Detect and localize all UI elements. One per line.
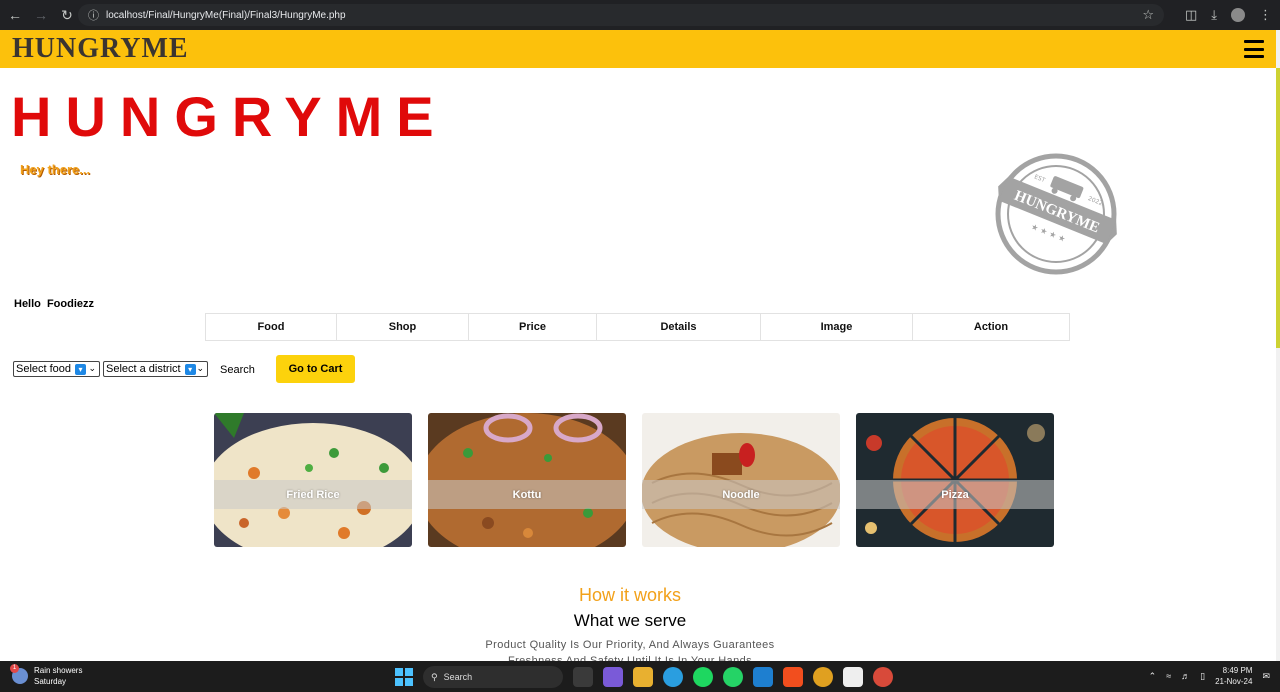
windows-start-icon[interactable]: [395, 668, 413, 686]
reload-icon[interactable]: ↻: [56, 4, 78, 26]
spotify-icon[interactable]: [693, 667, 713, 687]
food-table-header: Food Shop Price Details Image Action: [205, 313, 1070, 341]
chevron-up-icon[interactable]: ⌃: [1149, 671, 1157, 682]
figma-icon[interactable]: [783, 667, 803, 687]
chrome-active-icon[interactable]: [873, 667, 893, 687]
site-header: HUNGRYME: [0, 30, 1276, 68]
col-shop: Shop: [337, 314, 469, 340]
rain-cloud-icon: 1: [10, 664, 28, 684]
chevron-down-icon: ⌄: [196, 363, 204, 373]
search-button[interactable]: Search: [220, 364, 255, 376]
battery-icon[interactable]: ▯: [1200, 671, 1205, 682]
file-explorer-icon[interactable]: [633, 667, 653, 687]
volume-icon[interactable]: ♬: [1181, 671, 1190, 681]
app-icon[interactable]: [843, 667, 863, 687]
extensions-icon[interactable]: ◫: [1185, 7, 1197, 23]
notification-badge: 1: [10, 664, 19, 673]
clock-time: 8:49 PM: [1222, 666, 1253, 675]
download-icon[interactable]: ⤓: [1211, 7, 1217, 23]
card-label: Kottu: [512, 488, 542, 501]
select-food-dropdown[interactable]: Select food ▾ ⌄: [13, 361, 100, 377]
weather-title: Rain showers: [34, 666, 83, 675]
menu-kebab-icon[interactable]: ⋮: [1259, 7, 1272, 23]
scrollbar-thumb[interactable]: [1276, 68, 1280, 348]
browser-toolbar: ← → ↻ ⓘ localhost/Final/HungryMe(Final)/…: [0, 0, 1280, 30]
site-info-icon[interactable]: ⓘ: [88, 7, 104, 23]
clock[interactable]: 8:49 PM 21-Nov-24: [1215, 665, 1252, 687]
col-action: Action: [973, 321, 1009, 333]
col-food: Food: [206, 314, 337, 340]
hero-title: HUNGRYME: [11, 85, 448, 148]
serve-description-line1: Product Quality Is Our Priority, And Alw…: [485, 639, 775, 651]
task-view-icon[interactable]: [573, 667, 593, 687]
taskbar-search-label: Search: [443, 672, 473, 682]
profile-avatar[interactable]: [1231, 8, 1245, 22]
food-card-noodle[interactable]: Noodle: [642, 413, 840, 547]
svg-text:EST: EST: [1033, 173, 1046, 184]
select-district-dropdown[interactable]: Select a district ▾ ⌄: [103, 361, 208, 377]
col-price: Price: [469, 314, 597, 340]
brand-logo[interactable]: HUNGRYME: [12, 33, 189, 65]
food-card-kottu[interactable]: Kottu: [428, 413, 626, 547]
copilot-icon[interactable]: [603, 667, 623, 687]
taskbar-search[interactable]: ⚲ Search: [423, 666, 563, 688]
hamburger-menu-icon[interactable]: [1244, 40, 1264, 58]
bookmark-star-icon[interactable]: ☆: [1142, 7, 1154, 23]
back-icon[interactable]: ←: [4, 4, 26, 26]
go-to-cart-button[interactable]: Go to Cart: [276, 355, 355, 383]
hungryme-stamp-logo: HUNGRYME ★ ★ ★ ★ EST 2022: [995, 153, 1117, 275]
food-card-pizza[interactable]: Pizza: [856, 413, 1054, 547]
chevron-down-icon: ⌄: [88, 363, 96, 373]
url-text: localhost/Final/HungryMe(Final)/Final3/H…: [106, 9, 346, 21]
telegram-icon[interactable]: [663, 667, 683, 687]
clock-date: 21-Nov-24: [1215, 677, 1253, 686]
card-label: Pizza: [941, 488, 969, 501]
col-image: Image: [761, 314, 913, 340]
chrome-icon[interactable]: [813, 667, 833, 687]
dropdown-badge-icon: ▾: [75, 363, 87, 375]
notification-bell-icon[interactable]: ✉: [1262, 671, 1270, 682]
wifi-icon[interactable]: ≈: [1166, 671, 1171, 681]
food-card-fried-rice[interactable]: Fried Rice: [214, 413, 412, 547]
card-label: Noodle: [722, 488, 760, 501]
hello-text: Hello Foodiezz: [14, 298, 94, 310]
select-district-value: Select a district: [106, 363, 181, 375]
address-bar[interactable]: ⓘ localhost/Final/HungryMe(Final)/Final3…: [78, 4, 1164, 26]
how-it-works-heading: How it works: [578, 585, 681, 605]
vscode-icon[interactable]: [753, 667, 773, 687]
weather-widget[interactable]: 1 Rain showers Saturday: [10, 664, 83, 687]
card-label: Fried Rice: [286, 488, 340, 501]
greeting-text: Hey there...: [20, 162, 91, 177]
col-details: Details: [597, 314, 761, 340]
weather-day: Saturday: [34, 677, 67, 686]
select-food-value: Select food: [16, 363, 72, 375]
dropdown-badge-icon: ▾: [184, 363, 196, 375]
search-icon: ⚲: [431, 671, 438, 682]
forward-icon[interactable]: →: [30, 4, 52, 26]
whatsapp-icon[interactable]: [723, 667, 743, 687]
windows-taskbar: 1 Rain showers Saturday ⚲ Search ⌃ ≈ ♬ ▯…: [0, 661, 1280, 692]
what-we-serve-heading: What we serve: [573, 611, 687, 630]
